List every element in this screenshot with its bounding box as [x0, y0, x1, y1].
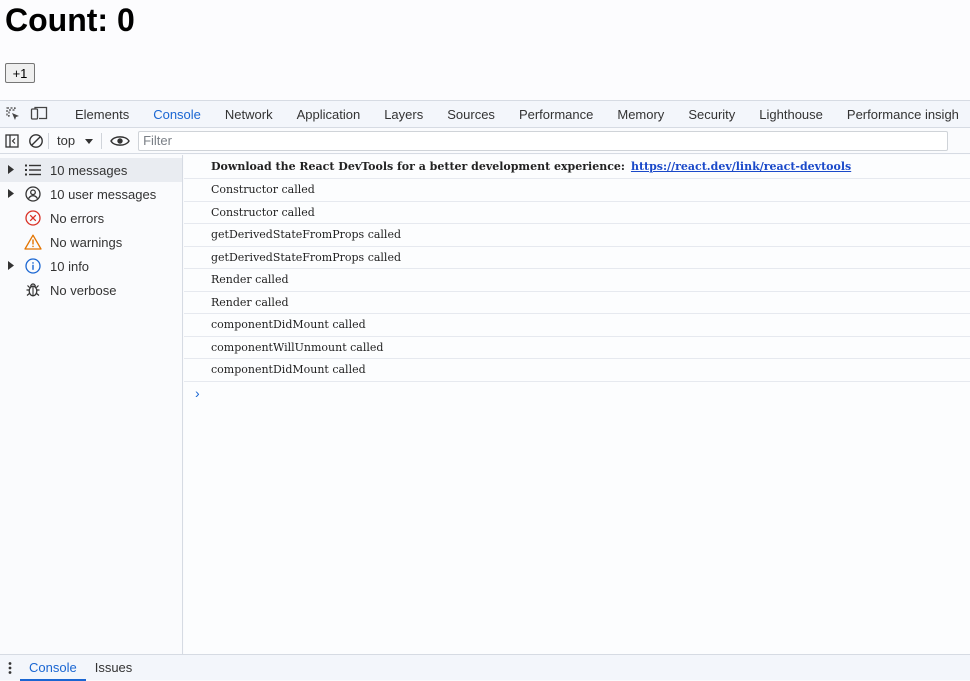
device-toolbar-icon[interactable] [26, 101, 52, 127]
log-message: componentDidMount called [184, 359, 970, 382]
sidebar-item-no-verbose[interactable]: No verbose [0, 278, 182, 302]
drawer-menu-icon[interactable] [0, 655, 20, 680]
expand-arrow-icon[interactable] [8, 164, 18, 176]
drawer-tabbar: Console Issues [0, 654, 970, 681]
drawer-tab-console[interactable]: Console [20, 655, 86, 681]
sidebar-item-label: No warnings [50, 234, 123, 250]
log-message: componentWillUnmount called [184, 337, 970, 359]
banner-text: Download the React DevTools for a better… [211, 160, 625, 173]
tab-performance[interactable]: Performance [507, 101, 605, 127]
expand-arrow-icon[interactable] [8, 188, 18, 200]
context-selector-label: top [57, 133, 76, 148]
tab-application[interactable]: Application [285, 101, 373, 127]
log-message: getDerivedStateFromProps called [184, 247, 970, 269]
app-page: Count: 0 +1 [0, 0, 970, 100]
inspect-element-icon[interactable] [0, 101, 26, 127]
list-icon [22, 161, 44, 179]
error-icon [22, 209, 44, 227]
tab-performance-insigh[interactable]: Performance insigh [835, 101, 970, 127]
tab-console[interactable]: Console [141, 101, 213, 127]
log-message: Constructor called [184, 179, 970, 202]
sidebar-item-label: 10 messages [50, 162, 128, 178]
log-message: componentDidMount called [184, 314, 970, 337]
tab-network[interactable]: Network [213, 101, 285, 127]
sidebar-item-label: No errors [50, 210, 105, 226]
live-expression-eye-icon[interactable] [108, 129, 132, 153]
log-message-banner: Download the React DevTools for a better… [184, 155, 970, 179]
bug-icon [22, 281, 44, 299]
warning-icon [22, 233, 44, 251]
drawer-tab-issues[interactable]: Issues [86, 655, 142, 680]
sidebar-item-no-warnings[interactable]: No warnings [0, 230, 182, 254]
console-sidebar: 10 messages 10 user messages No errors No w… [0, 155, 183, 654]
user-icon [22, 185, 44, 203]
devtools-tabbar: Elements Console Network Application Layers S… [0, 100, 970, 128]
count-title: Count: 0 [5, 2, 135, 38]
tab-lighthouse[interactable]: Lighthouse [747, 101, 835, 127]
tab-sources[interactable]: Sources [435, 101, 507, 127]
sidebar-item-10-messages[interactable]: 10 messages [0, 158, 182, 182]
tab-security[interactable]: Security [676, 101, 747, 127]
dropdown-arrow-icon [85, 133, 94, 148]
toolbar-divider [101, 132, 103, 149]
sidebar-item-10-info[interactable]: 10 info [0, 254, 182, 278]
clear-console-icon[interactable] [24, 129, 48, 153]
sidebar-item-label: No verbose [50, 282, 117, 298]
log-message: Constructor called [184, 202, 970, 224]
sidebar-item-label: 10 info [50, 258, 90, 274]
react-devtools-link[interactable]: https://react.dev/link/react-devtools [631, 160, 851, 173]
prompt-chevron-icon: › [195, 384, 200, 401]
increment-button[interactable]: +1 [5, 63, 35, 83]
filter-input[interactable] [138, 130, 949, 151]
info-icon [22, 257, 44, 275]
devtools-panel: Elements Console Network Application Layers S… [0, 100, 970, 681]
context-selector[interactable]: top [49, 133, 101, 148]
tab-memory[interactable]: Memory [605, 101, 676, 127]
log-message: getDerivedStateFromProps called [184, 224, 970, 247]
log-message: Render called [184, 269, 970, 292]
sidebar-item-label: 10 user messages [50, 186, 157, 202]
tab-layers[interactable]: Layers [372, 101, 435, 127]
sidebar-toggle-icon[interactable] [0, 129, 24, 153]
console-messages: Download the React DevTools for a better… [184, 155, 970, 654]
tab-elements[interactable]: Elements [63, 101, 141, 127]
log-message: Render called [184, 292, 970, 314]
console-toolbar: top [0, 128, 970, 154]
sidebar-item-no-errors[interactable]: No errors [0, 206, 182, 230]
sidebar-item-10-user-messages[interactable]: 10 user messages [0, 182, 182, 206]
console-prompt[interactable]: › [184, 382, 970, 404]
expand-arrow-icon[interactable] [8, 260, 18, 272]
